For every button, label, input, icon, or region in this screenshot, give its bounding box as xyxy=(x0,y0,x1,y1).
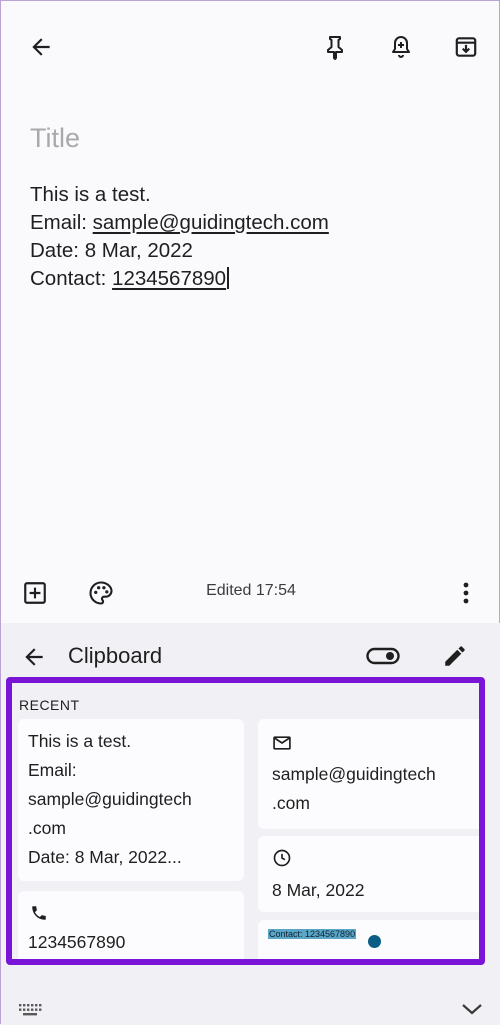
clip-line: sample@guidingtech xyxy=(272,764,436,784)
email-link[interactable]: sample@guidingtech.com xyxy=(93,211,329,234)
note-line: Date: 8 Mar, 2022 xyxy=(30,239,193,262)
clip-phone-text: 1234567890 xyxy=(28,932,126,952)
clipboard-title: Clipboard xyxy=(68,643,163,668)
pin-button[interactable] xyxy=(317,29,353,65)
chevron-down-icon xyxy=(460,1001,484,1017)
clipboard-back-button[interactable] xyxy=(17,640,51,674)
contact-label: Contact: xyxy=(30,267,113,290)
clip-line: .com xyxy=(28,818,66,838)
keyboard-switch-button[interactable] xyxy=(15,999,45,1021)
text-cursor xyxy=(227,267,229,289)
arrow-left-icon xyxy=(21,644,47,670)
phone-icon xyxy=(30,904,48,922)
clip-image-preview: Contact: 1234567890 xyxy=(268,924,357,942)
reminder-button[interactable] xyxy=(383,29,419,65)
selection-handle[interactable] xyxy=(368,935,381,948)
toggle-icon xyxy=(366,646,400,666)
title-field[interactable]: Title xyxy=(30,123,80,154)
note-line: Contact: 1234567890 xyxy=(30,265,329,293)
clock-icon xyxy=(272,848,292,868)
clipboard-toggle[interactable] xyxy=(365,641,401,671)
archive-icon xyxy=(453,34,479,60)
clip-line: Email: xyxy=(28,760,77,780)
clip-line: .com xyxy=(272,793,310,813)
note-line: This is a test. xyxy=(30,183,151,206)
note-body[interactable]: This is a test. Email: sample@guidingtec… xyxy=(30,181,329,293)
note-line: Email: sample@guidingtech.com xyxy=(30,209,329,237)
recent-label: RECENT xyxy=(19,697,80,713)
mail-icon xyxy=(272,733,292,753)
arrow-left-icon xyxy=(28,34,54,60)
clipboard-item-text[interactable]: This is a test. Email: sample@guidingtec… xyxy=(18,719,244,881)
clipboard-item-email[interactable]: sample@guidingtech .com xyxy=(258,719,479,829)
clipboard-item-date[interactable]: 8 Mar, 2022 xyxy=(258,836,479,912)
bell-plus-icon xyxy=(389,34,413,60)
more-options-button[interactable] xyxy=(451,577,481,609)
edited-timestamp: Edited 17:54 xyxy=(206,582,296,599)
more-vert-icon xyxy=(462,581,470,605)
clip-line: Date: 8 Mar, 2022... xyxy=(28,847,182,867)
clip-line: This is a test. xyxy=(28,731,132,751)
phone-link[interactable]: 1234567890 xyxy=(112,267,226,290)
back-button[interactable] xyxy=(21,29,61,65)
clipboard-item-phone[interactable]: 1234567890 xyxy=(18,891,244,959)
email-label: Email: xyxy=(30,211,93,234)
clip-line: sample@guidingtech xyxy=(28,789,192,809)
clipboard-item-image[interactable]: Contact: 1234567890 xyxy=(258,920,479,959)
keyboard-icon xyxy=(18,1003,42,1017)
pencil-icon xyxy=(442,643,468,669)
pin-icon xyxy=(323,34,347,60)
collapse-keyboard-button[interactable] xyxy=(457,997,487,1021)
clipboard-recent-frame: RECENT This is a test. Email: sample@gui… xyxy=(6,677,485,965)
selected-text: Contact: 1234567890 xyxy=(268,929,357,939)
archive-button[interactable] xyxy=(448,29,484,65)
clipboard-edit-button[interactable] xyxy=(438,640,472,672)
clip-date-text: 8 Mar, 2022 xyxy=(272,880,365,900)
